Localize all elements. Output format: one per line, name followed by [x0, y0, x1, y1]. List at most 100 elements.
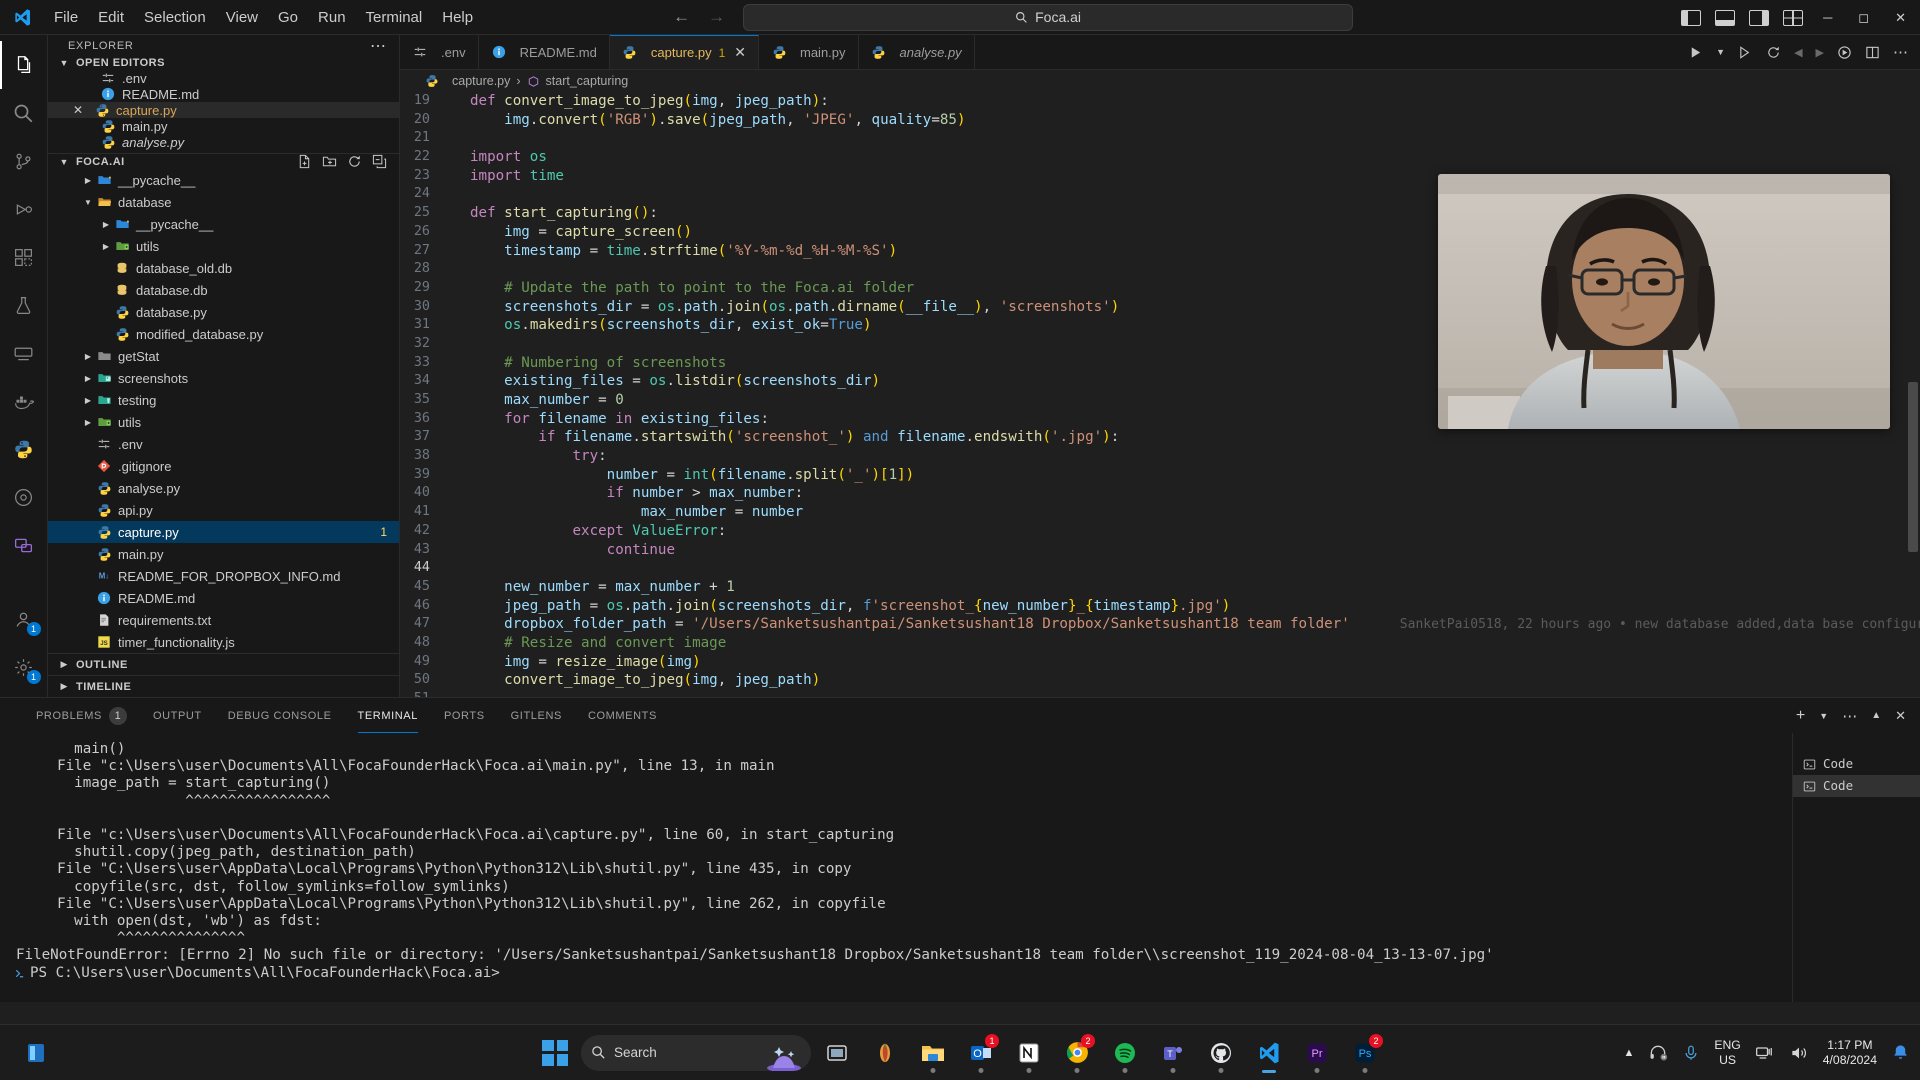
panel-tab-debug-console[interactable]: DEBUG CONSOLE [228, 698, 332, 733]
activity-accounts[interactable]: 1 [0, 595, 48, 643]
tree-folder-row[interactable]: ▶ utils [48, 235, 399, 257]
collapse-all-icon[interactable] [372, 154, 387, 169]
outlook-icon[interactable]: O 1 [959, 1029, 1003, 1077]
step-forward-icon[interactable]: ▶ [1816, 46, 1824, 59]
open-editor-env[interactable]: .env [48, 70, 399, 86]
tree-folder-row[interactable]: ▶ utils [48, 411, 399, 433]
activity-testing[interactable] [0, 281, 48, 329]
tree-folder-row[interactable]: ▶ __pycache__ [48, 213, 399, 235]
timeline-section[interactable]: ▶ TIMELINE [48, 675, 399, 697]
tree-file-row[interactable]: JS timer_functionality.js [48, 631, 399, 653]
network-icon[interactable] [1755, 1043, 1775, 1063]
new-file-icon[interactable] [297, 154, 312, 169]
maximize-panel-icon[interactable]: ▲ [1871, 710, 1881, 721]
activity-live-share[interactable] [0, 521, 48, 569]
terminal-output[interactable]: main() File "c:\Users\user\Documents\All… [0, 733, 1920, 1002]
tree-folder-row[interactable]: ▶ testing [48, 389, 399, 411]
tree-folder-row[interactable]: ▼ database [48, 191, 399, 213]
tree-file-row[interactable]: capture.py 1 [48, 521, 399, 543]
menu-terminal[interactable]: Terminal [356, 6, 433, 29]
arrow-right-icon[interactable]: → [708, 7, 725, 27]
window-minimize-button[interactable]: ─ [1817, 10, 1838, 25]
breadcrumb-symbol[interactable]: start_capturing [546, 74, 629, 88]
command-center-search[interactable]: Foca.ai [743, 3, 1354, 31]
photoshop-icon[interactable]: Ps 2 [1343, 1029, 1387, 1077]
microphone-icon[interactable] [1682, 1044, 1700, 1062]
open-editor-readme[interactable]: README.md [48, 86, 399, 102]
tab-readme[interactable]: README.md [478, 35, 610, 69]
project-header[interactable]: ▼ FOCA.AI [48, 153, 399, 169]
activity-remote[interactable] [0, 329, 48, 377]
reload-icon[interactable] [1766, 45, 1781, 60]
tree-file-row[interactable]: .env [48, 433, 399, 455]
menu-help[interactable]: Help [432, 6, 483, 29]
webcam-overlay[interactable] [1438, 174, 1890, 429]
menu-go[interactable]: Go [268, 6, 308, 29]
toggle-primary-sidebar-icon[interactable] [1681, 9, 1702, 26]
copilot-taskbar-icon[interactable] [14, 1029, 58, 1077]
menu-selection[interactable]: Selection [134, 6, 216, 29]
panel-tab-terminal[interactable]: TERMINAL [357, 698, 419, 733]
tree-file-row[interactable]: M↓ README_FOR_DROPBOX_INFO.md [48, 565, 399, 587]
file-explorer-icon[interactable] [911, 1029, 955, 1077]
step-back-icon[interactable]: ◀ [1794, 46, 1802, 59]
terminal-prompt-row[interactable]: PS C:\Users\user\Documents\All\FocaFound… [0, 965, 1920, 982]
outline-section[interactable]: ▶ OUTLINE [48, 653, 399, 675]
language-indicator[interactable]: ENG US [1714, 1038, 1740, 1068]
menu-view[interactable]: View [216, 6, 268, 29]
menu-file[interactable]: File [44, 6, 88, 29]
coverage-icon[interactable] [1837, 45, 1852, 60]
activity-python[interactable] [0, 425, 48, 473]
notion-icon[interactable] [1007, 1029, 1051, 1077]
tree-folder-row[interactable]: ▶ __pycache__ [48, 169, 399, 191]
bell-icon[interactable] [1891, 1043, 1910, 1062]
menu-edit[interactable]: Edit [88, 6, 134, 29]
spotify-icon[interactable] [1103, 1029, 1147, 1077]
window-maximize-button[interactable]: ◻ [1852, 10, 1875, 26]
chevron-up-icon[interactable]: ▲ [1623, 1047, 1634, 1059]
headphones-icon[interactable] [1648, 1043, 1668, 1063]
customize-layout-icon[interactable] [1783, 9, 1804, 26]
clock[interactable]: 1:17 PM 4/08/2024 [1823, 1038, 1877, 1068]
close-icon[interactable]: ✕ [734, 44, 746, 61]
tree-file-row[interactable]: main.py [48, 543, 399, 565]
premiere-icon[interactable]: Pr [1295, 1029, 1339, 1077]
activity-explorer[interactable] [0, 41, 48, 89]
terminal-tab-code-1[interactable]: Code [1793, 753, 1920, 775]
activity-gitlens[interactable] [0, 473, 48, 521]
window-close-button[interactable]: ✕ [1889, 10, 1912, 26]
tab-main[interactable]: main.py [759, 35, 859, 69]
editor-scrollbar[interactable] [1908, 382, 1918, 552]
split-editor-icon[interactable] [1865, 45, 1880, 60]
open-editors-header[interactable]: ▼ OPEN EDITORS [48, 56, 399, 70]
tree-folder-row[interactable]: ▶ getStat [48, 345, 399, 367]
run-python-file-icon[interactable] [1688, 45, 1703, 60]
ellipsis-icon[interactable]: ⋯ [370, 36, 387, 56]
teams-icon[interactable]: T [1151, 1029, 1195, 1077]
widgets-icon[interactable] [863, 1029, 907, 1077]
tree-file-row[interactable]: database.db [48, 279, 399, 301]
github-icon[interactable] [1199, 1029, 1243, 1077]
panel-tab-comments[interactable]: COMMENTS [588, 698, 657, 733]
tree-file-row[interactable]: .gitignore [48, 455, 399, 477]
panel-tab-gitlens[interactable]: GITLENS [511, 698, 562, 733]
tab-analyse[interactable]: analyse.py [858, 35, 975, 69]
windows-start-icon[interactable] [533, 1029, 577, 1077]
new-folder-icon[interactable] [322, 154, 337, 169]
tree-file-row[interactable]: database.py [48, 301, 399, 323]
activity-source-control[interactable] [0, 137, 48, 185]
refresh-icon[interactable] [347, 154, 362, 169]
activity-search[interactable] [0, 89, 48, 137]
panel-tab-problems[interactable]: PROBLEMS 1 [36, 698, 127, 733]
chevron-down-icon[interactable]: ▼ [1716, 47, 1725, 57]
toggle-secondary-sidebar-icon[interactable] [1749, 9, 1770, 26]
taskbar-search[interactable]: Search [581, 1034, 811, 1071]
chrome-icon[interactable]: 2 [1055, 1029, 1099, 1077]
menu-run[interactable]: Run [308, 6, 356, 29]
tree-file-row[interactable]: analyse.py [48, 477, 399, 499]
close-panel-icon[interactable]: ✕ [1895, 708, 1906, 724]
new-terminal-icon[interactable]: + [1796, 707, 1805, 725]
task-view-icon[interactable] [815, 1029, 859, 1077]
tab-env[interactable]: .env [400, 35, 479, 69]
more-actions-icon[interactable]: ⋯ [1893, 43, 1908, 61]
